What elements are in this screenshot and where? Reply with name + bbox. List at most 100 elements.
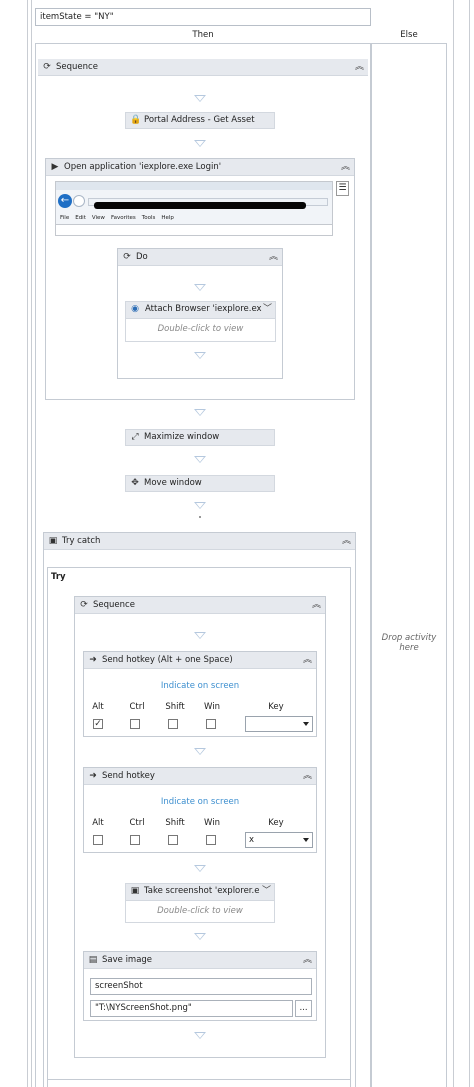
collapse-icon[interactable]: ︽ <box>269 249 278 265</box>
dropdown-caret-icon <box>303 838 309 842</box>
else-drop-zone[interactable]: Drop activity here <box>371 43 447 1087</box>
send-hotkey-activity[interactable]: ➜ Send hotkey (Alt + one Space) ︽ Indica… <box>83 651 317 737</box>
try-catch-icon: ▣ <box>48 536 58 546</box>
drop-arrow-icon[interactable] <box>194 95 206 102</box>
insertion-dot <box>199 516 201 518</box>
do-header[interactable]: ⟳ Do ︽ <box>118 249 282 266</box>
portal-address-activity[interactable]: 🔒 Portal Address - Get Asset <box>125 112 275 129</box>
save-image-activity[interactable]: ▤ Save image ︽ screenShot "T:\NYScreenSh… <box>83 951 317 1021</box>
camera-icon: ▣ <box>130 886 140 896</box>
send-hotkey-header[interactable]: ➜ Send hotkey ︽ <box>84 768 316 785</box>
menu-icon[interactable]: ☰ <box>336 181 349 196</box>
inner-sequence-title: Sequence <box>93 600 135 610</box>
move-window-label: Move window <box>144 478 202 488</box>
collapse-icon[interactable]: ︽ <box>312 597 321 613</box>
drop-arrow-icon[interactable] <box>194 140 206 147</box>
indicate-on-screen-link[interactable]: Indicate on screen <box>84 797 316 807</box>
drop-arrow-icon[interactable] <box>194 456 206 463</box>
drop-arrow-icon[interactable] <box>194 865 206 872</box>
open-application-header[interactable]: ▶ Open application 'iexplore.exe Login' … <box>46 159 354 176</box>
move-icon: ✥ <box>131 478 139 488</box>
hotkey-icon: ➜ <box>89 771 97 781</box>
send-hotkey-title: Send hotkey (Alt + one Space) <box>102 655 233 665</box>
attach-browser-activity[interactable]: ◉ Attach Browser 'iexplore.ex ﹀ Double-c… <box>125 301 276 342</box>
indicate-on-screen-link[interactable]: Indicate on screen <box>84 681 316 691</box>
send-hotkey-header[interactable]: ➜ Send hotkey (Alt + one Space) ︽ <box>84 652 316 669</box>
image-variable-field[interactable]: screenShot <box>90 978 312 995</box>
alt-checkbox[interactable]: ✓ <box>93 719 103 729</box>
attach-browser-label: Attach Browser 'iexplore.ex <box>145 304 262 314</box>
maximize-window-activity[interactable]: ⤢ Maximize window <box>125 429 275 446</box>
catches-divider <box>47 1079 351 1080</box>
ctrl-checkbox[interactable] <box>130 719 140 729</box>
collapse-icon[interactable]: ︽ <box>355 59 364 75</box>
browse-button[interactable]: ... <box>295 1000 312 1017</box>
attach-browser-header[interactable]: ◉ Attach Browser 'iexplore.ex ﹀ <box>126 302 275 319</box>
drop-arrow-icon[interactable] <box>194 748 206 755</box>
image-icon: ▤ <box>88 955 98 965</box>
portal-address-label: Portal Address - Get Asset <box>144 115 255 125</box>
send-hotkey-activity[interactable]: ➜ Send hotkey ︽ Indicate on screen Alt C… <box>83 767 317 853</box>
condition-field[interactable]: itemState = "NY" <box>35 8 371 26</box>
left-border <box>27 0 28 1087</box>
take-screenshot-header[interactable]: ▣ Take screenshot 'explorer.e ﹀ <box>126 884 274 901</box>
redacted-address-bar <box>94 202 306 209</box>
win-label: Win <box>204 818 220 828</box>
key-dropdown[interactable] <box>245 716 313 732</box>
sequence-title: Sequence <box>56 62 98 72</box>
key-label: Key <box>268 818 284 828</box>
left-border-inner <box>31 0 32 1087</box>
key-dropdown[interactable]: x <box>245 832 313 848</box>
try-label: Try <box>51 572 66 582</box>
shift-checkbox[interactable] <box>168 719 178 729</box>
shift-checkbox[interactable] <box>168 835 178 845</box>
do-scope[interactable]: ⟳ Do ︽ ◉ Attach Browser 'iexplore.ex ﹀ D… <box>117 248 283 379</box>
hotkey-icon: ➜ <box>89 655 97 665</box>
ctrl-checkbox[interactable] <box>130 835 140 845</box>
right-border-outer <box>469 0 470 1087</box>
take-screenshot-label: Take screenshot 'explorer.e <box>144 886 260 896</box>
maximize-window-label: Maximize window <box>144 432 220 442</box>
dropdown-caret-icon <box>303 722 309 726</box>
then-header: Then <box>192 30 214 40</box>
collapse-icon[interactable]: ︽ <box>303 952 312 968</box>
sequence-icon: ⟳ <box>123 252 131 262</box>
alt-checkbox[interactable] <box>93 835 103 845</box>
expand-icon[interactable]: ﹀ <box>262 884 271 899</box>
drop-arrow-icon[interactable] <box>194 1032 206 1039</box>
drop-arrow-icon[interactable] <box>194 284 206 291</box>
sequence-icon: ⟳ <box>43 62 51 72</box>
expand-icon[interactable]: ﹀ <box>263 302 272 317</box>
shift-label: Shift <box>165 818 185 828</box>
win-checkbox[interactable] <box>206 835 216 845</box>
inner-sequence-header[interactable]: ⟳ Sequence ︽ <box>75 597 325 614</box>
drop-arrow-icon[interactable] <box>194 352 206 359</box>
forward-icon <box>73 195 85 207</box>
browser-menu-bar: File Edit View Favorites Tools Help <box>60 215 174 221</box>
take-screenshot-activity[interactable]: ▣ Take screenshot 'explorer.e ﹀ Double-c… <box>125 883 275 923</box>
send-hotkey-title: Send hotkey <box>102 771 155 781</box>
drop-arrow-icon[interactable] <box>194 933 206 940</box>
save-image-header[interactable]: ▤ Save image ︽ <box>84 952 316 969</box>
sequence-icon: ⟳ <box>80 600 88 610</box>
open-application-title: Open application 'iexplore.exe Login' <box>64 162 222 172</box>
collapse-icon[interactable]: ︽ <box>341 159 350 175</box>
key-label: Key <box>268 702 284 712</box>
file-path-field[interactable]: "T:\NYScreenShot.png" <box>90 1000 293 1017</box>
double-click-hint: Double-click to view <box>157 906 243 916</box>
try-catch-header[interactable]: ▣ Try catch ︽ <box>44 533 355 550</box>
sequence-header[interactable]: ⟳ Sequence ︽ <box>38 59 368 76</box>
drop-arrow-icon[interactable] <box>194 502 206 509</box>
win-label: Win <box>204 702 220 712</box>
drop-arrow-icon[interactable] <box>194 409 206 416</box>
collapse-icon[interactable]: ︽ <box>303 768 312 784</box>
ctrl-label: Ctrl <box>129 702 145 712</box>
drop-arrow-icon[interactable] <box>194 632 206 639</box>
key-value: x <box>249 835 255 845</box>
win-checkbox[interactable] <box>206 719 216 729</box>
collapse-icon[interactable]: ︽ <box>303 652 312 668</box>
alt-label: Alt <box>92 702 104 712</box>
collapse-icon[interactable]: ︽ <box>342 533 351 549</box>
do-title: Do <box>136 252 148 262</box>
move-window-activity[interactable]: ✥ Move window <box>125 475 275 492</box>
